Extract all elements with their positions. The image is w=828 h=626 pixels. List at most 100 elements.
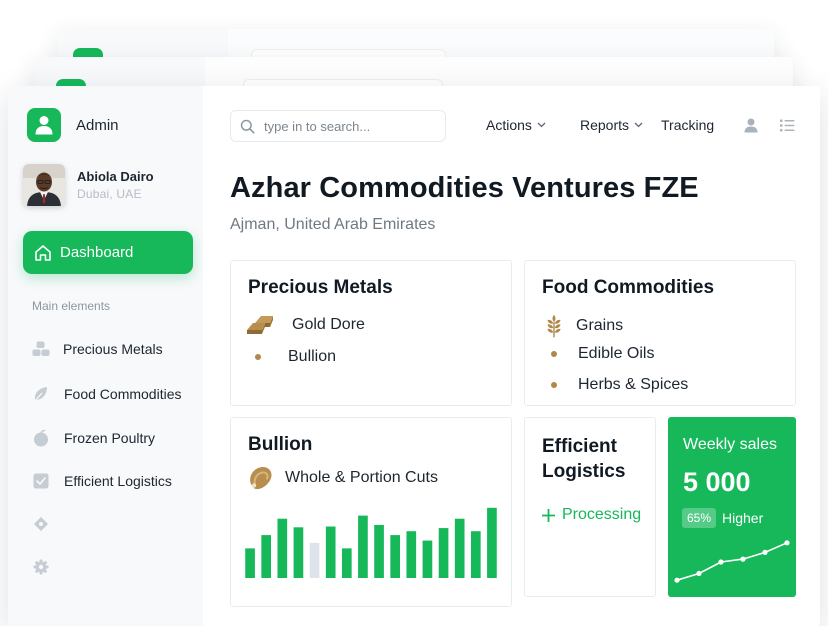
list-item[interactable]: Whole & Portion Cuts: [245, 463, 438, 493]
sidebar-item-label: Precious Metals: [63, 341, 163, 357]
actions-menu[interactable]: Actions: [486, 117, 546, 133]
actions-menu-label: Actions: [486, 117, 532, 133]
user-location: Dubai, UAE: [77, 187, 142, 201]
profile-text: Abiola Dairo Dubai, UAE: [77, 169, 154, 201]
chart-bar: [470, 531, 481, 578]
avatar: [23, 164, 65, 206]
checkbox-icon: [32, 472, 50, 490]
user-name: Abiola Dairo: [77, 169, 154, 184]
sidebar-item-settings[interactable]: [32, 556, 50, 578]
card-title: Food Commodities: [542, 277, 715, 298]
bullet-icon: [551, 351, 557, 357]
list-item-label: Bullion: [288, 348, 337, 365]
trend-label: Higher: [722, 510, 764, 526]
list-item-label: Gold Dore: [292, 316, 365, 333]
bullet-icon: [551, 382, 557, 388]
status-indicator: Processing: [542, 506, 641, 524]
bullet-icon: [255, 354, 261, 360]
sidebar-item-label: Food Commodities: [64, 386, 182, 402]
sparkline-chart: [674, 540, 790, 583]
diamond-icon: [32, 515, 50, 533]
sidebar-item-label: Frozen Poultry: [64, 430, 156, 446]
sidebar-item-food-commodities[interactable]: Food Commodities: [32, 383, 182, 405]
plus-icon: [542, 508, 555, 522]
chevron-down-icon: [537, 122, 546, 128]
chart-bar: [309, 542, 320, 578]
search-bar[interactable]: type in to search...: [230, 110, 446, 142]
search-input[interactable]: type in to search...: [264, 119, 370, 134]
meat-icon: [250, 466, 272, 490]
gear-icon: [32, 558, 50, 576]
chart-bar: [261, 535, 272, 578]
chart-bar: [406, 531, 417, 578]
chart-bar: [374, 524, 384, 578]
list-item[interactable]: Edible Oils: [551, 345, 654, 363]
list-item[interactable]: Bullion: [255, 348, 336, 366]
main-content: type in to search... Actions Reports Tra…: [203, 86, 820, 626]
sparkline-point: [740, 556, 746, 562]
app-name: Admin: [76, 116, 119, 134]
brand[interactable]: Admin: [27, 108, 119, 142]
chart-bar: [277, 518, 288, 578]
sidebar-item-label: Dashboard: [60, 244, 134, 261]
card-title: Efficient Logistics: [542, 436, 626, 482]
list-item[interactable]: Herbs & Spices: [551, 376, 688, 394]
list-icon[interactable]: [780, 119, 795, 137]
user-logo-icon: [27, 108, 61, 142]
list-item-label: Herbs & Spices: [578, 376, 689, 393]
weekly-sales-card[interactable]: Weekly sales 5 000 65% Higher: [668, 417, 796, 597]
card-title: Bullion: [248, 434, 313, 455]
list-item[interactable]: Grains: [544, 314, 623, 338]
chart-bar: [325, 526, 336, 578]
sparkline-line: [676, 542, 788, 581]
page-title: Azhar Commodities Ventures FZE: [230, 172, 699, 204]
sparkline-point: [718, 559, 724, 565]
precious-metals-card[interactable]: Precious Metals Gold Dore Bullion: [230, 260, 512, 406]
main-window: Admin Abiola Dairo Dubai, UAE Dashboard …: [8, 86, 820, 626]
search-icon: [240, 119, 255, 134]
sidebar-item-precious-metals[interactable]: Precious Metals: [32, 338, 163, 360]
chart-bar: [358, 515, 368, 578]
leaf-icon: [32, 385, 50, 403]
card-title: Weekly sales: [683, 436, 777, 453]
card-title: Precious Metals: [248, 277, 393, 298]
cubes-icon: [32, 340, 50, 358]
sparkline-point: [762, 549, 768, 555]
section-label: Main elements: [32, 299, 111, 313]
sidebar-item-extra[interactable]: [32, 513, 50, 535]
reports-menu-label: Reports: [580, 117, 630, 133]
percent-badge: 65%: [682, 508, 717, 528]
user-profile[interactable]: Abiola Dairo Dubai, UAE: [23, 164, 154, 206]
user-icon[interactable]: [744, 118, 758, 138]
status-label: Processing: [562, 506, 642, 523]
bullion-card[interactable]: Bullion Whole & Portion Cuts: [230, 417, 512, 607]
chart-bar: [454, 518, 465, 578]
sidebar-item-label: Efficient Logistics: [64, 473, 172, 489]
chart-bar: [293, 527, 304, 578]
page-subtitle: Ajman, United Arab Emirates: [230, 216, 436, 233]
list-item[interactable]: Gold Dore: [245, 314, 365, 336]
tracking-link[interactable]: Tracking: [661, 117, 714, 133]
sidebar-item-efficient-logistics[interactable]: Efficient Logistics: [32, 470, 172, 492]
reports-menu[interactable]: Reports: [580, 117, 643, 133]
sidebar-item-frozen-poultry[interactable]: Frozen Poultry: [32, 427, 155, 449]
chart-bar: [487, 507, 497, 578]
list-item-label: Grains: [576, 317, 624, 334]
sparkline-point: [674, 577, 680, 583]
sales-value: 5 000: [683, 467, 751, 497]
sidebar-item-dashboard[interactable]: Dashboard: [23, 231, 193, 274]
chart-bar: [245, 548, 255, 578]
food-commodities-card[interactable]: Food Commodities Grains Edible Oils Herb…: [524, 260, 796, 406]
gold-bars-icon: [247, 316, 273, 334]
list-item-label: Edible Oils: [578, 345, 655, 362]
chart-bar: [390, 535, 401, 578]
efficient-logistics-card[interactable]: Efficient Logistics Processing: [524, 417, 656, 597]
bar-chart: [245, 507, 497, 578]
chart-bar: [422, 540, 433, 578]
wheat-icon: [547, 315, 561, 338]
sparkline-point: [784, 540, 790, 546]
home-icon: [35, 244, 51, 261]
chevron-down-icon: [634, 122, 643, 128]
chart-bar: [438, 528, 449, 578]
sparkline-point: [696, 570, 702, 577]
